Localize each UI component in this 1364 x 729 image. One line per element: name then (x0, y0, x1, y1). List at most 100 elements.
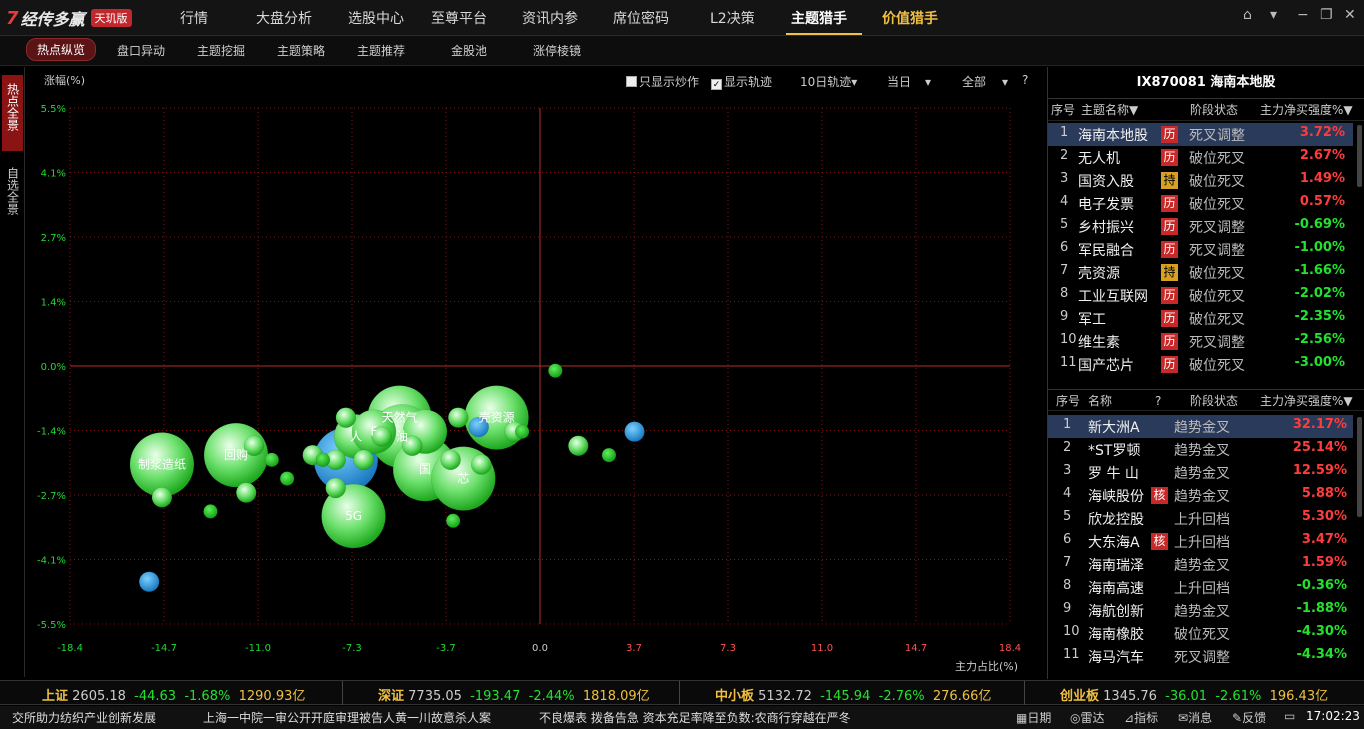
news-ticker-item[interactable]: 交所助力纺织产业创新发展 (12, 709, 156, 726)
show-trail-checkbox[interactable]: ✓ 显示轨迹 (711, 73, 772, 90)
index-divider (1024, 681, 1025, 705)
only-speculative-checkbox[interactable]: 只显示炒作 (626, 73, 699, 90)
side-tab-hotspot-panorama[interactable]: 热点全景 (2, 75, 23, 151)
theme-badge: 历 (1161, 149, 1178, 166)
chart-canvas[interactable]: 5.5% 4.1% 2.7% 1.4% 0.0% -1.4% -2.7% -4.1% -5.5%… (26, 67, 1046, 679)
close-icon[interactable]: ✕ (1344, 7, 1356, 23)
header-strength[interactable]: 主力净买强度%▼ (1260, 390, 1353, 412)
bubble-point[interactable] (601, 447, 617, 463)
topnav-premium-platform[interactable]: 至尊平台 (431, 8, 487, 28)
bubble-point[interactable] (325, 477, 346, 499)
bubble-point[interactable] (138, 571, 160, 593)
topnav-market-analysis[interactable]: 大盘分析 (256, 8, 312, 28)
bubble-point[interactable] (445, 513, 461, 529)
stock-row[interactable]: 4 海峡股份核趋势金叉 5.88% (1048, 484, 1353, 507)
index-quote[interactable]: 创业板 1345.76 -36.01 -2.61% 196.43亿 (1060, 685, 1328, 704)
bubble-point[interactable] (440, 449, 461, 471)
theme-row[interactable]: 4 电子发票 历破位死叉 0.57% (1048, 192, 1353, 215)
stock-row[interactable]: 2 *ST罗顿 趋势金叉 25.14% (1048, 438, 1353, 461)
subnav-limit-up-prism[interactable]: 涨停棱镜 (533, 42, 581, 59)
strength-value: -1.88% (1296, 601, 1348, 616)
app-logo[interactable]: 7 经传多赢 天玑版 (6, 6, 132, 30)
theme-row[interactable]: 8 工业互联网历破位死叉 -2.02% (1048, 284, 1353, 307)
trail-days-dropdown[interactable]: 10日轨迹▾ (800, 73, 857, 90)
message-button[interactable]: ✉消息 (1178, 709, 1212, 726)
index-quote[interactable]: 中小板 5132.72 -145.94 -2.76% 276.66亿 (715, 685, 991, 704)
header-strength[interactable]: 主力净买强度%▼ (1260, 99, 1353, 121)
y-tick-label: -4.1% (37, 556, 66, 567)
stock-row[interactable]: 9 海航创新 趋势金叉 -1.88% (1048, 599, 1353, 622)
bubble-point[interactable] (448, 407, 469, 428)
bubble-point[interactable] (264, 452, 280, 468)
theme-row[interactable]: 9 军工 历破位死叉 -2.35% (1048, 307, 1353, 330)
stock-row[interactable]: 11 海马汽车 死叉调整 -4.34% (1048, 645, 1353, 668)
restore-icon[interactable]: ❐ (1320, 7, 1333, 23)
edition-badge: 天玑版 (90, 9, 132, 27)
date-button[interactable]: ▦日期 (1016, 709, 1051, 726)
radar-button[interactable]: ◎雷达 (1070, 709, 1105, 726)
dropdown-icon[interactable]: ▾ (1270, 7, 1277, 23)
bubble-point[interactable] (471, 454, 492, 475)
bubble-point[interactable] (203, 504, 218, 519)
news-ticker-item[interactable]: 上海一中院一审公开开庭审理被告人黄一川故意杀人案 (203, 709, 491, 726)
theme-row[interactable]: 10 维生素 历死叉调整 -2.56% (1048, 330, 1353, 353)
x-tick-label: 14.7 (905, 643, 927, 654)
index-value: 7735.05 (404, 689, 462, 704)
index-quote[interactable]: 上证 2605.18 -44.63 -1.68% 1290.93亿 (42, 685, 305, 704)
bubble-point[interactable] (568, 435, 589, 456)
theme-row[interactable]: 5 乡村振兴 历死叉调整 -0.69% (1048, 215, 1353, 238)
subnav-order-anomaly[interactable]: 盘口异动 (117, 42, 165, 59)
bubble-point[interactable] (335, 407, 357, 428)
news-ticker-item[interactable]: 不良爆表 拨备告急 资本充足率降至负数:农商行穿越在严冬 (539, 709, 851, 726)
topnav-l2-decision[interactable]: L2决策 (710, 8, 755, 28)
bubble-point[interactable] (236, 482, 257, 503)
monitor-icon[interactable]: ▭ (1284, 709, 1295, 723)
topnav-market[interactable]: 行情 (180, 8, 208, 28)
subnav-golden-pool[interactable]: 金股池 (451, 42, 487, 59)
period-dropdown[interactable]: 当日 ▾ (887, 73, 931, 90)
indicator-button[interactable]: ⊿指标 (1124, 709, 1158, 726)
theme-row[interactable]: 11 国产芯片 历破位死叉 -3.00% (1048, 353, 1353, 376)
stock-row[interactable]: 5 欣龙控股 上升回档 5.30% (1048, 507, 1353, 530)
topnav-news[interactable]: 资讯内参 (522, 8, 578, 28)
bubble-point[interactable] (548, 363, 563, 378)
bubble-point[interactable] (353, 449, 374, 471)
subnav-theme-strategy[interactable]: 主题策略 (277, 42, 325, 59)
theme-row[interactable]: 6 军民融合 历死叉调整 -1.00% (1048, 238, 1353, 261)
subnav-theme-recommend[interactable]: 主题推荐 (357, 42, 405, 59)
stock-row[interactable]: 3 罗 牛 山 趋势金叉 12.59% (1048, 461, 1353, 484)
feedback-button[interactable]: ✎反馈 (1232, 709, 1266, 726)
theme-row[interactable]: 1 海南本地股历死叉调整 3.72% (1048, 123, 1353, 146)
stock-row[interactable]: 10 海南橡胶 破位死叉 -4.30% (1048, 622, 1353, 645)
side-tab-watchlist-panorama[interactable]: 自选全景 (2, 159, 23, 235)
bubble-label: F (371, 425, 378, 439)
header-help[interactable]: ? (1155, 390, 1161, 412)
topnav-value-hunter[interactable]: 价值猎手 (882, 8, 938, 28)
theme-row[interactable]: 7 壳资源 持破位死叉 -1.66% (1048, 261, 1353, 284)
bubble-point[interactable] (279, 471, 295, 486)
bubble-point[interactable] (514, 424, 530, 439)
minimize-icon[interactable]: − (1297, 7, 1309, 23)
bubble-point[interactable] (315, 452, 331, 468)
theme-scrollbar[interactable] (1357, 125, 1362, 187)
header-theme-name[interactable]: 主题名称▼ (1081, 99, 1138, 121)
theme-row[interactable]: 3 国资入股 持破位死叉 1.49% (1048, 169, 1353, 192)
topnav-theme-hunter[interactable]: 主题猎手 (791, 8, 847, 28)
stock-row[interactable]: 6 大东海A 核上升回档 3.47% (1048, 530, 1353, 553)
index-quote[interactable]: 深证 7735.05 -193.47 -2.44% 1818.09亿 (378, 685, 650, 704)
bubble-chart[interactable]: 5.5% 4.1% 2.7% 1.4% 0.0% -1.4% -2.7% -4.1% -5.5%… (26, 67, 1046, 679)
bubble-point[interactable] (624, 421, 645, 442)
stock-row[interactable]: 8 海南高速 上升回档 -0.36% (1048, 576, 1353, 599)
theme-row[interactable]: 2 无人机 历破位死叉 2.67% (1048, 146, 1353, 169)
subnav-theme-mining[interactable]: 主题挖掘 (197, 42, 245, 59)
subnav-hotspot-overview[interactable]: 热点纵览 (26, 38, 97, 61)
home-icon[interactable]: ⌂ (1243, 7, 1252, 23)
bubble-point[interactable] (151, 487, 173, 508)
chart-help-button[interactable]: ? (1022, 73, 1028, 87)
stock-row[interactable]: 7 海南瑞泽 趋势金叉 1.59% (1048, 553, 1353, 576)
topnav-seat-code[interactable]: 席位密码 (613, 8, 669, 28)
topnav-stock-selection[interactable]: 选股中心 (348, 8, 404, 28)
stock-row[interactable]: 1 新大洲A 趋势金叉 32.17% (1048, 415, 1353, 438)
scope-dropdown[interactable]: 全部 ▾ (962, 73, 1008, 90)
stock-scrollbar[interactable] (1357, 417, 1362, 517)
